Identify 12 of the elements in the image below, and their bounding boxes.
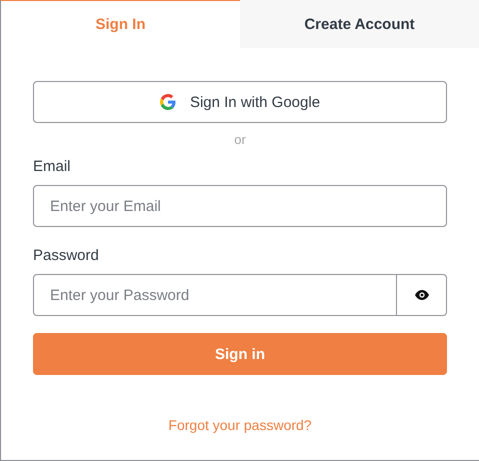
field-label: Password — [33, 247, 100, 264]
show-password-button[interactable] — [397, 274, 447, 316]
forgot-password-link[interactable]: Forgot your password? — [168, 417, 312, 433]
tab[interactable]: Create Account — [240, 0, 479, 48]
eye-icon — [414, 290, 428, 300]
sign-in-button[interactable]: Sign in — [33, 333, 447, 375]
google-sign-in-button[interactable]: Sign In with Google — [33, 81, 447, 123]
field-label: Email — [33, 158, 72, 175]
email-field[interactable]: Enter your Email — [33, 185, 447, 227]
or-separator: or — [234, 132, 246, 147]
password-field[interactable]: Enter your Password — [33, 274, 397, 316]
google-logo-icon — [160, 94, 176, 110]
